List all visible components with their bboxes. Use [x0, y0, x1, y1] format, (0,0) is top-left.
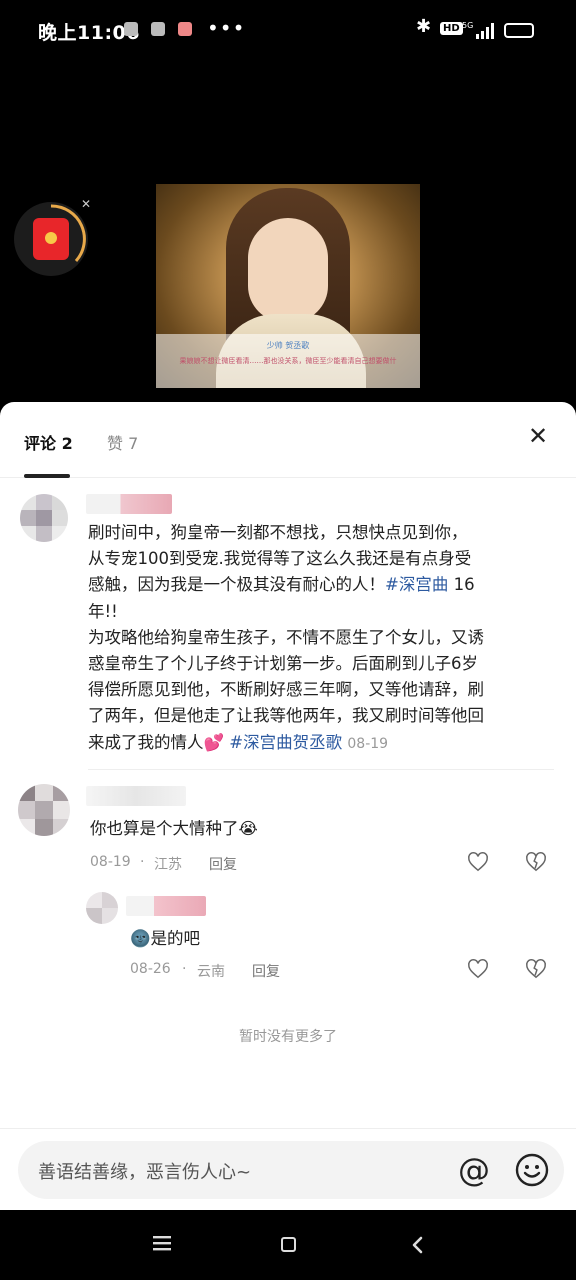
subtitle-text: 果娘娘不想让微臣看清……那也没关系，微臣至少能看清自己想要做什 [179, 357, 397, 365]
video-frame: 少帅 贺丞歌 果娘娘不想让微臣看清……那也没关系，微臣至少能看清自己想要做什 [156, 184, 420, 388]
notification-icon [178, 22, 192, 36]
comment-line: 惑皇帝生了个儿子终于计划第一步。后面刷到儿子6岁 [88, 654, 478, 674]
moon-emoji: 🌚 [130, 929, 151, 948]
input-placeholder: 善语结善缘，恶言伤人心~ [38, 1162, 252, 1183]
comment-body: 刷时间中，狗皇帝一刻都不想找，只想快点见到你， 从专宠100到受宠.我觉得等了这… [88, 520, 528, 757]
video-player[interactable]: ✕ 少帅 贺丞歌 果娘娘不想让微臣看清……那也没关系，微臣至少能看清自己想要做什 [0, 52, 576, 402]
comment-body: 你也算是个大情种了😭 [90, 819, 258, 838]
like-heart-icon[interactable] [467, 958, 489, 980]
more-notifications-icon: ••• [207, 16, 246, 40]
dislike-heart-icon[interactable] [525, 958, 547, 980]
active-tab-indicator [24, 474, 70, 478]
avatar[interactable] [20, 494, 68, 542]
comment-line: 刷时间中，狗皇帝一刻都不想找，只想快点见到你， [88, 523, 468, 542]
like-heart-icon[interactable] [467, 851, 489, 873]
hd-icon: HD [440, 22, 463, 35]
username-blurred[interactable] [126, 896, 206, 916]
back-icon[interactable] [408, 1235, 428, 1255]
subtitle-speaker: 少帅 贺丞歌 [266, 341, 310, 350]
emoji-icon[interactable] [515, 1153, 549, 1187]
comment-line: 得偿所愿见到他，不断刷好感三年啊，又等他请辞，刷 [88, 680, 484, 700]
close-icon[interactable]: ✕ [81, 197, 91, 211]
notification-icon [151, 22, 165, 36]
reply-button[interactable]: 回复 [252, 961, 280, 981]
username-blurred[interactable] [86, 494, 172, 514]
battery-level: 86 [512, 25, 526, 35]
avatar[interactable] [18, 784, 70, 836]
comment-line: 来成了我的情人💕 #深宫曲贺丞歌 08-19 [88, 732, 389, 752]
comment-line: 为攻略他给狗皇帝生孩子，不情不愿生了个女儿，又诱 [88, 627, 484, 647]
character-face [248, 218, 328, 322]
comment-location: 江苏 [154, 857, 182, 873]
red-packet-widget[interactable] [14, 202, 88, 276]
reply-button[interactable]: 回复 [209, 854, 237, 874]
heart-emoji: 💕 [203, 732, 225, 752]
comment-body: 🌚是的吧 [130, 929, 201, 948]
comment-input[interactable]: 善语结善缘，恶言伤人心~ @ [18, 1141, 564, 1199]
tab-comments[interactable]: 评论 2 [24, 430, 73, 454]
comment-line: 感触，因为我是一个极其没有耐心的人！#深宫曲 16 [88, 575, 475, 595]
at-mention-icon[interactable]: @ [458, 1151, 490, 1189]
tab-likes[interactable]: 赞 7 [107, 430, 138, 454]
divider [88, 769, 554, 770]
no-more-text: 暂时没有更多了 [239, 1029, 337, 1045]
status-bar: 晚上11:06 ••• ✱ HD 5G 86 [0, 0, 576, 52]
hashtag-link[interactable]: #深宫曲贺丞歌 [229, 733, 342, 752]
comment-location: 云南 [197, 964, 225, 980]
close-button[interactable]: ✕ [526, 424, 550, 448]
dot-separator: · [140, 854, 145, 870]
notification-icon [124, 22, 138, 36]
bluetooth-icon: ✱ [416, 16, 432, 37]
dislike-heart-icon[interactable] [525, 851, 547, 873]
system-nav-bar [0, 1210, 576, 1280]
hashtag-link[interactable]: #深宫曲 [385, 575, 448, 594]
comment-date: 08-19 [347, 735, 389, 752]
comment-line: 了两年，但是他走了让我等他两年，我又刷时间等他回 [88, 706, 484, 726]
avatar[interactable] [86, 892, 118, 924]
menu-icon[interactable] [152, 1235, 172, 1251]
home-icon[interactable] [281, 1237, 296, 1252]
comment-line: 从专宠100到受宠.我觉得等了这么久我还是有点身受 [88, 549, 472, 569]
red-envelope-icon [33, 218, 69, 260]
dot-separator: · [182, 961, 187, 977]
comment-date: 08-19 [90, 854, 131, 870]
network-type: 5G [462, 21, 473, 30]
comment-input-bar: 善语结善缘，恶言伤人心~ @ [0, 1128, 576, 1210]
comment-sheet: 评论 2 赞 7 ✕ 刷时间中，狗皇帝一刻都不想找，只想快点见到你， 从专宠10… [0, 402, 576, 1210]
crying-emoji: 😭 [238, 819, 258, 838]
battery-icon: 86 [504, 23, 534, 38]
signal-icon: 5G [462, 21, 494, 39]
comment-line: 年!! [88, 601, 118, 621]
tab-bar: 评论 2 赞 7 ✕ [0, 402, 576, 478]
username-blurred[interactable] [86, 786, 186, 806]
comment-date: 08-26 [130, 961, 171, 977]
